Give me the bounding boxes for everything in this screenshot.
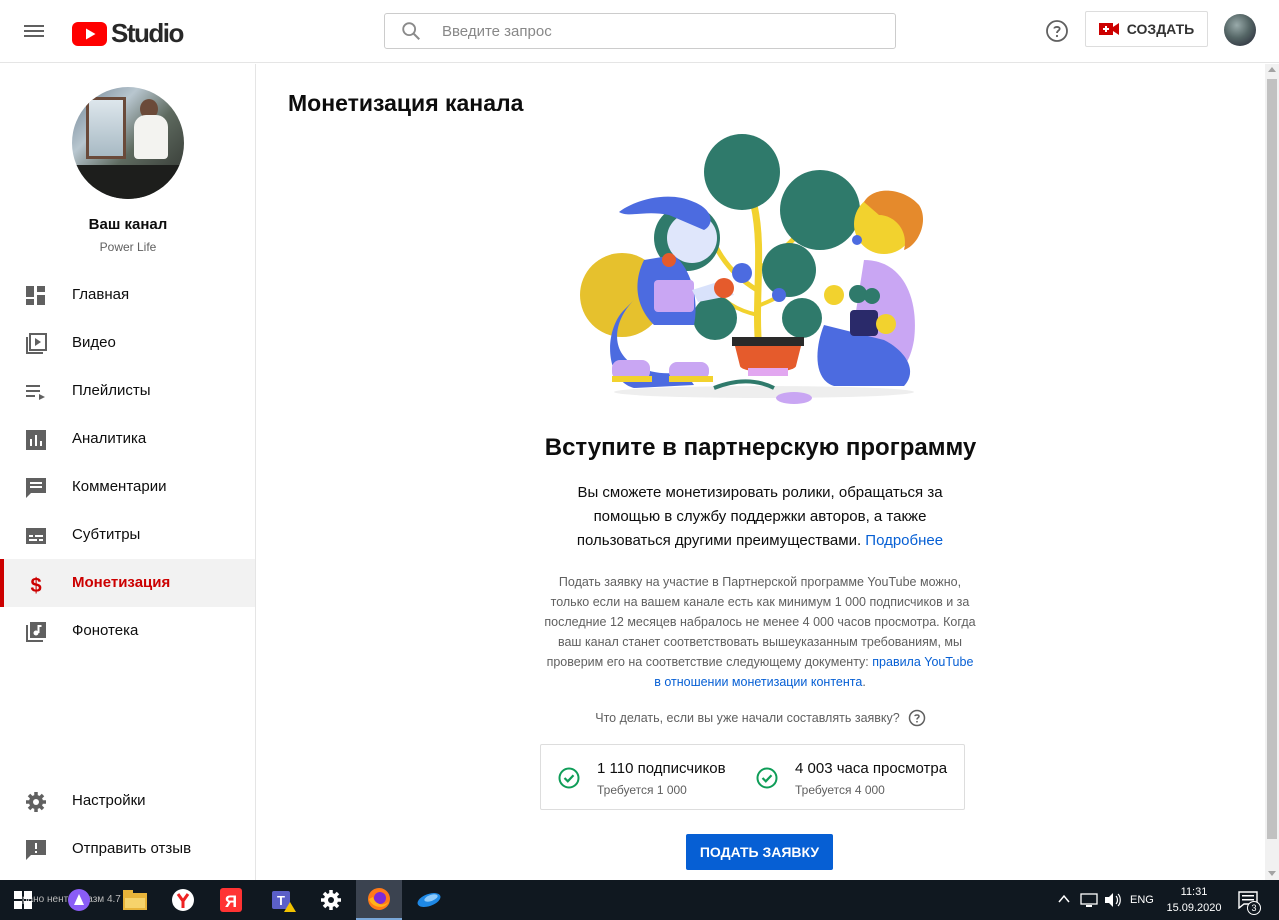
sidebar-item-analytics[interactable]: Аналитика bbox=[0, 415, 255, 463]
sidebar-item-video[interactable]: Видео bbox=[0, 319, 255, 367]
scroll-down-arrow-icon[interactable] bbox=[1268, 871, 1276, 876]
top-header: Studio СОЗДАТЬ bbox=[0, 0, 1279, 63]
sidebar-item-monetization[interactable]: $ Монетизация bbox=[0, 559, 255, 607]
sidebar-item-playlists[interactable]: Плейлисты bbox=[0, 367, 255, 415]
teams-icon[interactable]: T bbox=[260, 880, 306, 920]
eligibility-card: 1 110 подписчиков Требуется 1 000 4 003 … bbox=[540, 744, 965, 810]
apply-button[interactable]: ПОДАТЬ ЗАЯВКУ bbox=[686, 834, 833, 870]
sidebar-item-label: Комментарии bbox=[72, 478, 167, 495]
dollar-icon: $ bbox=[30, 575, 41, 595]
studio-wordmark: Studio bbox=[111, 18, 184, 48]
requirements-end: . bbox=[862, 675, 866, 689]
system-clock[interactable]: 11:31 15.09.2020 bbox=[1162, 884, 1226, 916]
firefox-icon[interactable] bbox=[356, 880, 402, 920]
channel-avatar[interactable] bbox=[72, 87, 184, 199]
create-button[interactable]: СОЗДАТЬ bbox=[1085, 11, 1208, 47]
sidebar-item-dashboard[interactable]: Главная bbox=[0, 271, 255, 319]
language-indicator[interactable]: ENG bbox=[1130, 894, 1154, 906]
sidebar-item-label: Монетизация bbox=[72, 574, 171, 591]
windows-taskbar: рано нентов разм 4.7 К Я T ENG 11:31 15.… bbox=[0, 880, 1279, 920]
subscribers-required: Требуется 1 000 bbox=[597, 783, 687, 797]
svg-text:T: T bbox=[277, 893, 285, 908]
help-icon[interactable] bbox=[1045, 19, 1069, 43]
sidebar: Ваш канал Power Life Главная Видео Плейл… bbox=[0, 64, 256, 880]
svg-text:$: $ bbox=[30, 575, 41, 595]
faq-text: Что делать, если вы уже начали составлят… bbox=[595, 711, 900, 725]
search-input[interactable] bbox=[442, 22, 862, 40]
sidebar-item-label: Отправить отзыв bbox=[72, 840, 192, 857]
sidebar-item-label: Субтитры bbox=[72, 526, 141, 543]
channel-handle: Power Life bbox=[99, 240, 157, 254]
analytics-icon bbox=[26, 430, 46, 450]
learn-more-link[interactable]: Подробнее bbox=[865, 532, 943, 549]
sidebar-item-label: Аналитика bbox=[72, 430, 147, 447]
subtitles-icon bbox=[26, 528, 46, 544]
youtube-studio-logo[interactable]: Studio bbox=[72, 18, 184, 49]
settings-gear-icon[interactable] bbox=[308, 880, 354, 920]
main-content: Монетизация канала Вступите в партнерску… bbox=[256, 64, 1265, 880]
channel-name: Ваш канал bbox=[88, 216, 168, 233]
sidebar-item-label: Фонотека bbox=[72, 622, 139, 639]
tray-chevron-up-icon[interactable] bbox=[1058, 894, 1070, 904]
video-camera-icon bbox=[1098, 23, 1119, 35]
sidebar-item-settings[interactable]: Настройки bbox=[0, 777, 255, 825]
app-swoosh-icon[interactable] bbox=[406, 880, 452, 920]
scroll-up-arrow-icon[interactable] bbox=[1268, 67, 1276, 72]
hamburger-menu-icon[interactable] bbox=[24, 22, 46, 40]
watch-hours-required: Требуется 4 000 bbox=[795, 783, 885, 797]
network-icon[interactable] bbox=[1080, 892, 1098, 908]
page-scrollbar[interactable] bbox=[1265, 64, 1279, 880]
watch-hours-value: 4 003 часа просмотра bbox=[795, 760, 948, 777]
svg-text:Я: Я bbox=[225, 892, 237, 911]
scroll-thumb[interactable] bbox=[1267, 79, 1277, 839]
page-title: Монетизация канала bbox=[288, 90, 524, 116]
dashboard-icon bbox=[26, 286, 45, 305]
sidebar-item-label: Видео bbox=[72, 334, 116, 351]
video-library-icon bbox=[26, 333, 47, 354]
volume-icon[interactable] bbox=[1104, 892, 1122, 908]
comment-icon bbox=[26, 478, 46, 498]
check-circle-icon bbox=[558, 767, 580, 789]
watch-hours-stat: 4 003 часа просмотра Требуется 4 000 bbox=[739, 745, 965, 811]
playlist-icon bbox=[26, 385, 45, 400]
help-icon[interactable] bbox=[908, 709, 926, 727]
youtube-logo-icon bbox=[72, 21, 107, 46]
sidebar-item-label: Настройки bbox=[72, 792, 146, 809]
search-icon bbox=[402, 22, 420, 40]
sidebar-item-subtitles[interactable]: Субтитры bbox=[0, 511, 255, 559]
sidebar-item-feedback[interactable]: Отправить отзыв bbox=[0, 825, 255, 873]
sidebar-item-comments[interactable]: Комментарии bbox=[0, 463, 255, 511]
account-avatar[interactable] bbox=[1224, 14, 1256, 46]
requirements-text: Подать заявку на участие в Партнерской п… bbox=[542, 572, 978, 692]
notification-count-badge: 3 bbox=[1247, 901, 1261, 915]
clock-time: 11:31 bbox=[1180, 886, 1208, 898]
already-applied-question: Что делать, если вы уже начали составлят… bbox=[256, 709, 1265, 727]
partner-program-illustration bbox=[580, 134, 924, 404]
create-button-label: СОЗДАТЬ bbox=[1126, 21, 1195, 37]
feedback-icon bbox=[26, 840, 46, 860]
clock-date: 15.09.2020 bbox=[1166, 902, 1222, 914]
sidebar-item-label: Главная bbox=[72, 286, 130, 303]
yandex-icon[interactable]: Я bbox=[208, 880, 254, 920]
check-circle-icon bbox=[756, 767, 778, 789]
sidebar-item-audio-library[interactable]: Фонотека bbox=[0, 607, 255, 655]
music-library-icon bbox=[26, 622, 46, 642]
alice-assistant-icon[interactable] bbox=[56, 880, 102, 920]
settings-icon bbox=[26, 792, 46, 812]
intro-text: Вы сможете монетизировать ролики, обраща… bbox=[556, 481, 964, 553]
subscribers-stat: 1 110 подписчиков Требуется 1 000 bbox=[541, 745, 753, 811]
windows-start-icon[interactable] bbox=[0, 880, 46, 920]
sidebar-item-label: Плейлисты bbox=[72, 382, 151, 399]
partner-program-heading: Вступите в партнерскую программу bbox=[544, 434, 977, 461]
search-box[interactable] bbox=[384, 13, 896, 49]
subscribers-value: 1 110 подписчиков bbox=[597, 760, 726, 777]
file-explorer-icon[interactable] bbox=[112, 880, 158, 920]
yandex-browser-icon[interactable] bbox=[160, 880, 206, 920]
